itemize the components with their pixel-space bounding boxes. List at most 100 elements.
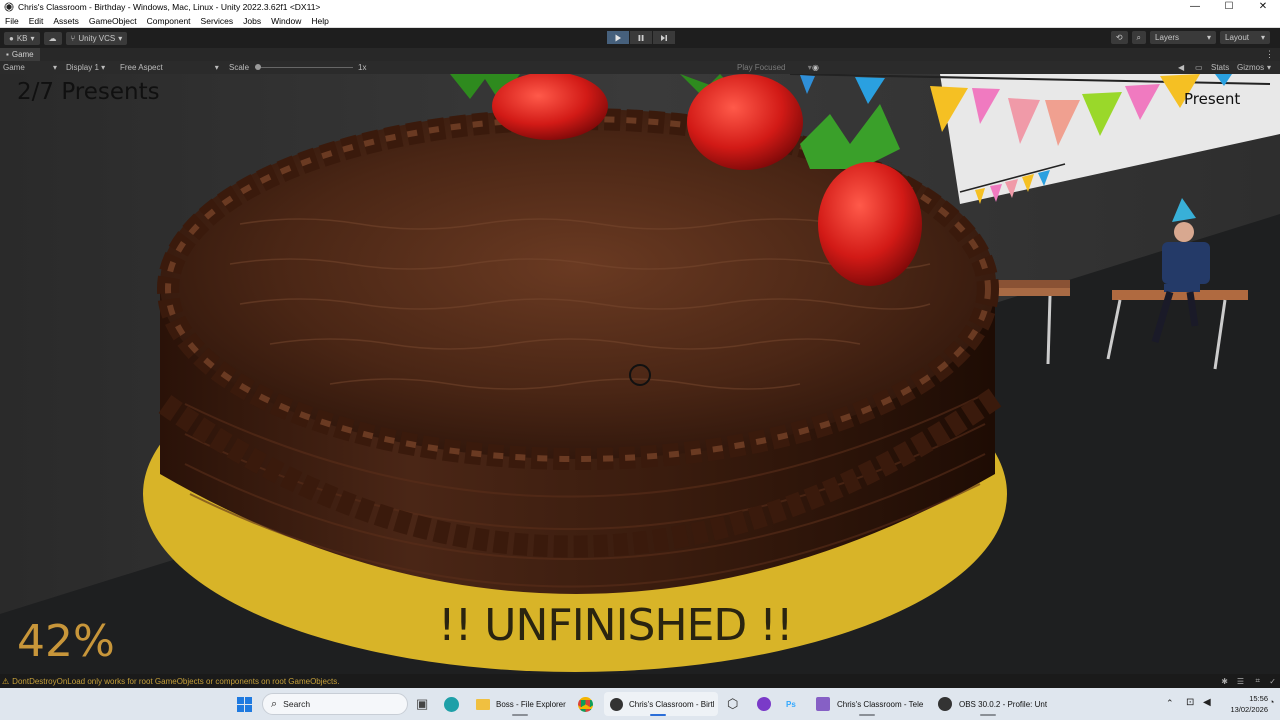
- vcs-dropdown[interactable]: ⑂ Unity VCS ▾: [65, 31, 128, 45]
- clock-time: 15:56: [1249, 694, 1268, 703]
- pause-button[interactable]: [630, 31, 652, 44]
- present-label: Present: [1184, 90, 1241, 108]
- taskbar-chrome[interactable]: [578, 692, 596, 716]
- task-view-icon: ▣: [416, 696, 429, 711]
- mode-label: Game: [3, 63, 25, 72]
- menu-help[interactable]: Help: [306, 16, 333, 26]
- scale-value: 1x: [358, 63, 367, 72]
- taskbar-app-label: Chris's Classroom - Tele: [837, 699, 924, 709]
- chevron-down-icon: ▾: [214, 63, 219, 72]
- chevron-down-icon: ▾: [101, 63, 106, 72]
- chevron-down-icon: ▾: [30, 33, 35, 43]
- check-icon[interactable]: ✓: [1269, 677, 1276, 686]
- chevron-down-icon: ▾: [1260, 33, 1265, 42]
- taskbar-app-label: OBS 30.0.2 - Profile: Unt: [959, 699, 1048, 709]
- unity-icon: [610, 697, 623, 711]
- menu-assets[interactable]: Assets: [48, 16, 84, 26]
- game-view-toolbar: Game ▾ Display 1 ▾ Free Aspect ▾ Scale 1x…: [0, 61, 1280, 74]
- debug-icon[interactable]: ✱: [1221, 677, 1228, 686]
- taskbar-app-file-explorer[interactable]: Boss - File Explorer: [472, 692, 572, 716]
- tray-chevron-icon[interactable]: ⌃: [1166, 698, 1174, 709]
- photoshop-icon: Ps: [786, 699, 796, 709]
- search-button[interactable]: ⌕: [1131, 31, 1146, 44]
- folder-icon: [476, 698, 490, 710]
- menu-bar: File Edit Assets GameObject Component Se…: [0, 14, 1280, 28]
- play-focused-label: Play Focused: [737, 63, 786, 72]
- taskbar-app-unity-birthday[interactable]: Chris's Classroom - Birtl: [604, 692, 718, 716]
- taskbar-github[interactable]: [757, 692, 775, 716]
- taskbar-app-label: Boss - File Explorer: [496, 699, 566, 709]
- tab-game[interactable]: ▪ Game: [0, 48, 40, 61]
- account-icon: ●: [9, 33, 14, 43]
- taskbar-task-view[interactable]: ▣: [416, 692, 434, 716]
- search-icon: ⌕: [271, 697, 278, 710]
- github-icon: [757, 697, 771, 711]
- account-dropdown[interactable]: ● KB ▾: [4, 31, 40, 45]
- maximize-button[interactable]: ☐: [1212, 0, 1246, 14]
- taskbar-clock[interactable]: 15:56 13/02/2026: [1222, 693, 1268, 715]
- chrome-icon: [578, 696, 593, 712]
- game-viewport[interactable]: 2/7 Presents Present 42% !! UNFINISHED !…: [0, 74, 1280, 674]
- cloud-button[interactable]: ☁: [43, 31, 62, 45]
- console-statusbar[interactable]: ⚠ DontDestroyOnLoad only works for root …: [0, 674, 1280, 688]
- layers-dropdown[interactable]: Layers ▾: [1150, 31, 1216, 44]
- step-button[interactable]: [653, 31, 675, 44]
- menu-edit[interactable]: Edit: [24, 16, 49, 26]
- minimize-button[interactable]: —: [1178, 0, 1212, 14]
- play-focused-dropdown[interactable]: Play Focused ▾: [737, 63, 812, 72]
- display-icon[interactable]: ▭: [1195, 63, 1203, 72]
- network-icon[interactable]: ⌗: [1255, 676, 1260, 686]
- tab-game-label: Game: [11, 50, 34, 59]
- menu-component[interactable]: Component: [142, 16, 196, 26]
- layout-dropdown[interactable]: Layout ▾: [1220, 31, 1270, 44]
- menu-services[interactable]: Services: [196, 16, 239, 26]
- chevron-down-icon: ▾: [1206, 33, 1211, 42]
- mode-dropdown[interactable]: Game ▾: [3, 63, 57, 72]
- gamepad-icon: ▪: [6, 50, 9, 59]
- chevron-down-icon: ▾: [118, 33, 123, 43]
- more-options-icon[interactable]: ⋮: [1265, 49, 1274, 60]
- notification-icon[interactable]: ◔: [1269, 697, 1274, 707]
- os-taskbar: ⌕ Search ▣ Boss - File Explorer Chris's …: [0, 688, 1280, 720]
- edge-icon: [444, 696, 459, 712]
- pause-icon: [638, 34, 644, 41]
- warning-icon: ⚠: [2, 676, 10, 686]
- status-message: DontDestroyOnLoad only works for root Ga…: [12, 676, 340, 686]
- aspect-dropdown[interactable]: Free Aspect ▾: [120, 63, 219, 72]
- scale-slider[interactable]: [255, 64, 353, 70]
- display-dropdown[interactable]: Display 1 ▾: [66, 63, 105, 72]
- list-icon[interactable]: ☰: [1237, 677, 1244, 686]
- menu-jobs[interactable]: Jobs: [238, 16, 266, 26]
- volume-icon[interactable]: ◀: [1203, 697, 1211, 708]
- window-titlebar: Chris's Classroom - Birthday - Windows, …: [0, 0, 1280, 14]
- scale-slider-handle[interactable]: [255, 64, 261, 70]
- audio-icon[interactable]: ◉: [812, 63, 819, 72]
- gizmos-button[interactable]: Gizmos: [1237, 63, 1264, 72]
- layers-label: Layers: [1155, 33, 1180, 42]
- layout-label: Layout: [1225, 33, 1250, 42]
- taskbar-unity-hub[interactable]: ⬡: [727, 692, 745, 716]
- taskbar-search[interactable]: ⌕ Search: [262, 693, 408, 715]
- network-icon[interactable]: ⊡: [1186, 697, 1194, 708]
- progress-percent: 42%: [17, 616, 115, 667]
- play-button[interactable]: [607, 31, 629, 44]
- history-icon: ⟲: [1115, 33, 1123, 42]
- taskbar-edge[interactable]: [444, 692, 462, 716]
- stats-button[interactable]: Stats: [1211, 63, 1229, 72]
- history-button[interactable]: ⟲: [1110, 31, 1128, 44]
- close-button[interactable]: ✕: [1246, 0, 1280, 14]
- menu-window[interactable]: Window: [266, 16, 306, 26]
- unity-logo-icon: [3, 2, 14, 13]
- search-icon: ⌕: [1136, 32, 1141, 42]
- cloud-icon: ☁: [48, 33, 57, 43]
- play-controls: [607, 31, 676, 44]
- mute-icon[interactable]: ◀: [1178, 63, 1184, 72]
- menu-file[interactable]: File: [0, 16, 24, 26]
- menu-gameobject[interactable]: GameObject: [84, 16, 142, 26]
- taskbar-app-obs[interactable]: OBS 30.0.2 - Profile: Unt: [934, 692, 1050, 716]
- taskbar-app-visual-studio[interactable]: Chris's Classroom - Tele: [812, 692, 930, 716]
- taskbar-photoshop[interactable]: Ps: [786, 692, 804, 716]
- step-icon: [661, 34, 667, 41]
- chevron-down-icon[interactable]: ▾: [1267, 63, 1271, 72]
- start-button[interactable]: [237, 697, 252, 714]
